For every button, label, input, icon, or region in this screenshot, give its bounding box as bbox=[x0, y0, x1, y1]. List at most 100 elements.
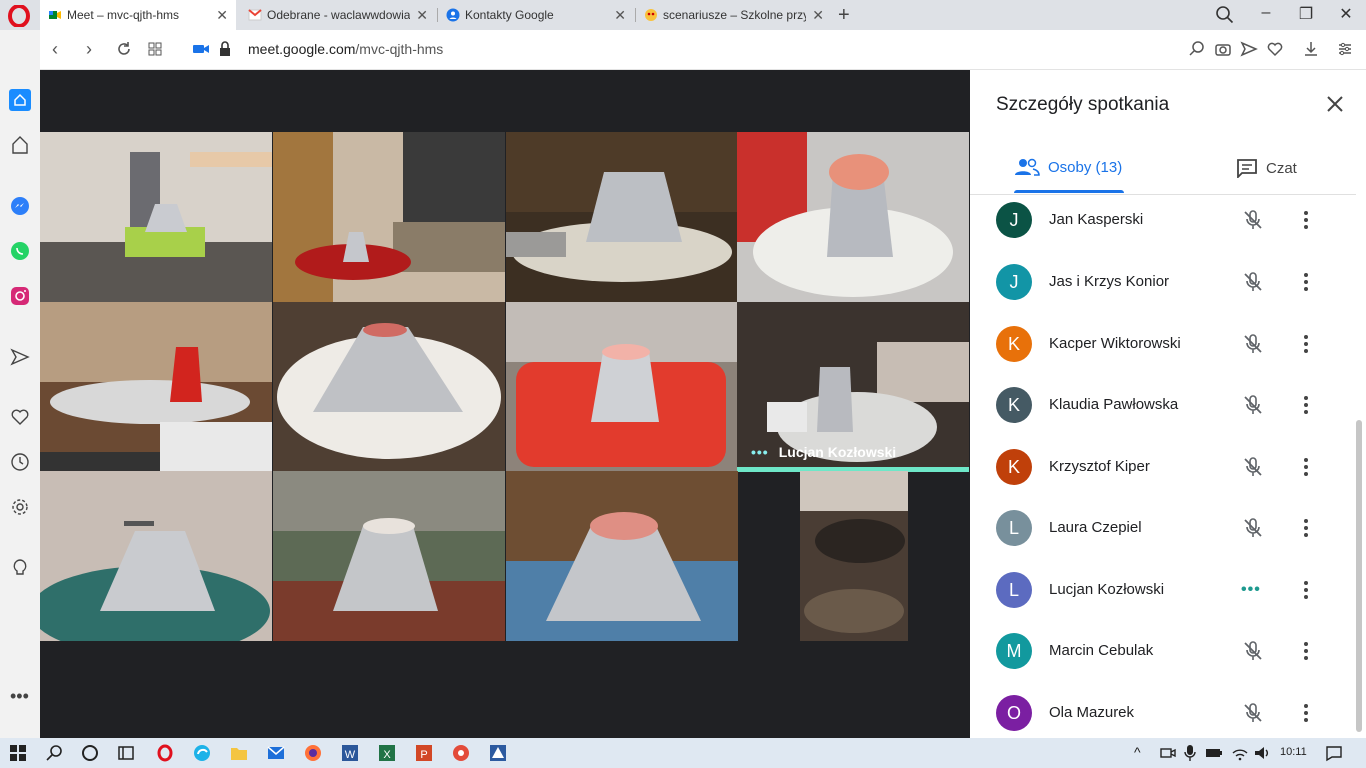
firefox-icon[interactable] bbox=[303, 743, 323, 763]
excel-icon[interactable]: X bbox=[377, 743, 397, 763]
video-feed-image bbox=[40, 132, 272, 302]
easy-setup-icon[interactable] bbox=[1336, 40, 1354, 58]
download-icon[interactable] bbox=[1302, 40, 1320, 58]
video-tile[interactable] bbox=[273, 302, 505, 472]
opera-taskbar-icon[interactable] bbox=[155, 743, 175, 763]
participant-row[interactable]: K Krzysztof Kiper bbox=[970, 447, 1356, 509]
reload-icon[interactable] bbox=[115, 40, 133, 58]
maximize-button[interactable]: ❐ bbox=[1294, 4, 1318, 24]
video-tile[interactable] bbox=[506, 302, 738, 472]
participant-row[interactable]: M Marcin Cebulak bbox=[970, 631, 1356, 693]
close-tab-icon[interactable]: ✕ bbox=[416, 7, 428, 24]
participant-row[interactable]: K Klaudia Pawłowska bbox=[970, 385, 1356, 447]
camera-in-use-icon[interactable] bbox=[192, 40, 210, 58]
video-tile-speaking[interactable]: ••• Lucjan Kozłowski bbox=[737, 302, 969, 472]
settings-gear-icon[interactable] bbox=[9, 496, 31, 518]
participant-row[interactable]: J Jan Kasperski bbox=[970, 200, 1356, 262]
page-search-icon[interactable] bbox=[1188, 40, 1206, 58]
tab-chat[interactable]: Czat bbox=[1236, 158, 1297, 178]
more-options-icon[interactable] bbox=[1296, 702, 1316, 724]
video-tile[interactable] bbox=[800, 471, 908, 641]
close-panel-icon[interactable] bbox=[1325, 94, 1345, 114]
opera-logo-icon[interactable] bbox=[8, 5, 30, 27]
speed-dial-icon[interactable] bbox=[9, 134, 31, 156]
more-options-icon[interactable] bbox=[1296, 640, 1316, 662]
app-triangle-icon[interactable] bbox=[488, 743, 508, 763]
participant-name: Ola Mazurek bbox=[1049, 704, 1135, 721]
video-tile[interactable] bbox=[737, 132, 969, 302]
volume-icon[interactable] bbox=[1252, 743, 1272, 763]
sidebar-more-icon[interactable]: ••• bbox=[10, 686, 29, 707]
more-options-icon[interactable] bbox=[1296, 271, 1316, 293]
meet-now-icon[interactable] bbox=[1158, 743, 1178, 763]
whatsapp-icon[interactable] bbox=[9, 240, 31, 262]
tab-people[interactable]: Osoby (13) bbox=[1014, 158, 1122, 176]
powerpoint-icon[interactable]: P bbox=[414, 743, 434, 763]
close-tab-icon[interactable]: ✕ bbox=[812, 7, 824, 24]
clock[interactable]: 10:11 bbox=[1280, 746, 1307, 758]
tab-scenariusze[interactable]: scenariusze – Szkolne przy ✕ bbox=[636, 0, 832, 30]
flow-send-icon[interactable] bbox=[9, 346, 31, 368]
more-options-icon[interactable] bbox=[1296, 333, 1316, 355]
participant-row[interactable]: K Kacper Wiktorowski bbox=[970, 324, 1356, 386]
search-tabs-icon[interactable] bbox=[1214, 4, 1236, 26]
mail-icon[interactable] bbox=[266, 743, 286, 763]
tab-gmail[interactable]: Odebrane - waclawwdowia ✕ bbox=[240, 0, 436, 30]
back-button[interactable]: ‹ bbox=[52, 39, 58, 60]
cortana-icon[interactable] bbox=[80, 743, 100, 763]
video-tile[interactable] bbox=[40, 302, 272, 472]
more-options-icon[interactable] bbox=[1296, 394, 1316, 416]
video-tile[interactable] bbox=[273, 471, 505, 641]
speaking-indicator-icon: ••• bbox=[751, 444, 769, 460]
video-tile[interactable] bbox=[506, 471, 738, 641]
search-icon[interactable] bbox=[45, 743, 65, 763]
more-options-icon[interactable] bbox=[1296, 517, 1316, 539]
task-view-icon[interactable] bbox=[116, 743, 136, 763]
close-tab-icon[interactable]: ✕ bbox=[216, 7, 228, 24]
instagram-icon[interactable] bbox=[9, 285, 31, 307]
video-tile[interactable] bbox=[506, 132, 738, 302]
microphone-icon[interactable] bbox=[1180, 743, 1200, 763]
forward-button[interactable]: › bbox=[86, 39, 92, 60]
bookmarks-heart-icon[interactable] bbox=[9, 406, 31, 428]
notifications-icon[interactable] bbox=[1324, 743, 1344, 763]
url-text[interactable]: meet.google.com/mvc-qjth-hms bbox=[248, 41, 443, 57]
participant-name: Jas i Krzys Konior bbox=[1049, 273, 1170, 290]
home-icon[interactable] bbox=[9, 89, 31, 111]
show-hidden-icons-icon[interactable]: ^ bbox=[1134, 744, 1141, 760]
speed-dial-grid-icon[interactable] bbox=[146, 40, 164, 58]
word-icon[interactable]: W bbox=[340, 743, 360, 763]
battery-icon[interactable] bbox=[1204, 743, 1224, 763]
more-options-icon[interactable] bbox=[1296, 456, 1316, 478]
participant-row[interactable]: L Laura Czepiel bbox=[970, 508, 1356, 570]
panel-scrollbar[interactable] bbox=[1356, 420, 1362, 732]
tab-meet[interactable]: Meet – mvc-qjth-hms ✕ bbox=[40, 0, 236, 30]
mic-off-icon bbox=[1244, 395, 1262, 414]
participant-row[interactable]: J Jas i Krzys Konior bbox=[970, 262, 1356, 324]
edge-icon[interactable] bbox=[192, 743, 212, 763]
close-tab-icon[interactable]: ✕ bbox=[614, 7, 626, 24]
more-options-icon[interactable] bbox=[1296, 209, 1316, 231]
messenger-icon[interactable] bbox=[9, 195, 31, 217]
send-flow-icon[interactable] bbox=[1240, 40, 1258, 58]
tab-contacts[interactable]: Kontakty Google ✕ bbox=[438, 0, 634, 30]
video-feed-image bbox=[40, 471, 272, 641]
app-swirl-icon[interactable] bbox=[451, 743, 471, 763]
video-tile[interactable] bbox=[40, 471, 272, 641]
windows-start-icon[interactable] bbox=[8, 743, 28, 763]
participant-row[interactable]: O Ola Mazurek bbox=[970, 693, 1356, 738]
lock-icon[interactable] bbox=[216, 40, 234, 58]
bookmark-heart-icon[interactable] bbox=[1266, 40, 1284, 58]
snapshot-camera-icon[interactable] bbox=[1214, 40, 1232, 58]
video-tile[interactable] bbox=[273, 132, 505, 302]
wifi-icon[interactable] bbox=[1230, 743, 1250, 763]
file-explorer-icon[interactable] bbox=[229, 743, 249, 763]
close-window-button[interactable]: ✕ bbox=[1334, 4, 1358, 24]
video-tile[interactable] bbox=[40, 132, 272, 302]
participant-row[interactable]: L Lucjan Kozłowski ••• bbox=[970, 570, 1356, 632]
history-clock-icon[interactable] bbox=[9, 451, 31, 473]
more-options-icon[interactable] bbox=[1296, 579, 1316, 601]
lightbulb-icon[interactable] bbox=[9, 557, 31, 579]
new-tab-button[interactable]: + bbox=[838, 4, 850, 27]
minimize-button[interactable]: – bbox=[1254, 4, 1278, 22]
